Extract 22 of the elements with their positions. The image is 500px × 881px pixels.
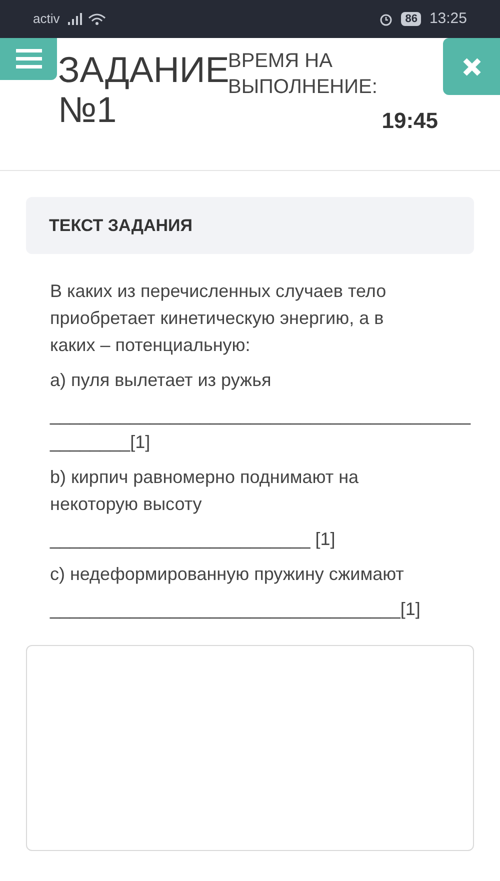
task-title: ЗАДАНИЕ №1	[58, 50, 228, 132]
question-text: В каких из перечисленных случаев тело приобретает кинетическую энергию, а в каких – потенциальную:	[50, 280, 388, 357]
fill-in-line: ________[1]	[50, 431, 150, 454]
signal-icon	[68, 13, 84, 25]
wifi-icon	[88, 13, 106, 25]
battery-indicator: 86	[401, 12, 422, 26]
close-icon	[462, 56, 482, 76]
timer-label: ВРЕМЯ НА ВЫПОЛНЕНИЕ:	[228, 49, 378, 100]
alarm-icon	[379, 12, 394, 26]
question-item: b) кирпич равномерно поднимают на некоторую высоту	[50, 466, 360, 516]
question-item: c) недеформированную пружину сжимают	[50, 563, 405, 586]
close-button[interactable]	[443, 38, 500, 95]
fill-in-line: ___________________________________[1]	[50, 598, 420, 621]
carrier-name: activ	[33, 10, 60, 28]
fill-in-line: __________________________ [1]	[50, 528, 336, 551]
menu-icon	[16, 49, 42, 69]
fill-in-line: __________________________________________	[50, 404, 470, 427]
menu-button[interactable]	[0, 38, 57, 80]
clock: 13:25	[429, 8, 467, 29]
timer: 19:45	[382, 107, 438, 135]
section-title: ТЕКСТ ЗАДАНИЯ	[49, 214, 192, 237]
question-item: a) пуля вылетает из ружья	[50, 369, 272, 392]
